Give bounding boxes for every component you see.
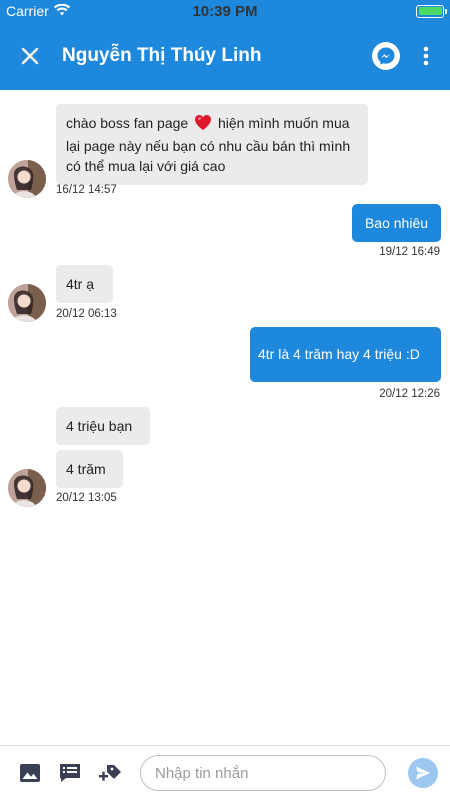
incoming-message: 4 trăm <box>56 450 123 488</box>
close-button[interactable] <box>18 44 42 68</box>
nav-bar: Nguyễn Thị Thúy Linh <box>0 22 450 90</box>
message-text: 4 triệu bạn <box>66 418 133 434</box>
message-text: chào boss fan page <box>66 115 189 131</box>
add-tag-button[interactable] <box>96 759 124 787</box>
incoming-message: chào boss fan page hiện mình muốn mua lạ… <box>56 104 368 185</box>
image-icon <box>20 764 40 782</box>
message-text: Bao nhiêu <box>364 215 429 231</box>
wifi-icon <box>53 3 70 19</box>
outgoing-message: Bao nhiêu <box>352 204 441 242</box>
add-tag-icon <box>99 765 121 781</box>
message-text: 4 trăm <box>66 461 106 477</box>
incoming-message: 4 triệu bạn <box>56 407 150 445</box>
message-timestamp: 20/12 06:13 <box>56 308 117 320</box>
message-timestamp: 20/12 12:26 <box>379 388 440 400</box>
send-icon <box>416 766 430 780</box>
more-options-button[interactable] <box>418 42 434 70</box>
battery-icon <box>416 4 447 18</box>
heart-emoji-icon <box>194 114 212 136</box>
avatar <box>8 469 46 507</box>
message-text: 4tr là 4 trăm hay 4 triệu :D <box>258 346 420 362</box>
message-timestamp: 19/12 16:49 <box>379 246 440 258</box>
message-list[interactable]: chào boss fan page hiện mình muốn mua lạ… <box>0 90 450 745</box>
quick-reply-button[interactable] <box>56 759 84 787</box>
message-timestamp: 20/12 13:05 <box>56 492 117 504</box>
outgoing-message: 4tr là 4 trăm hay 4 triệu :D <box>250 327 441 382</box>
avatar <box>8 284 46 322</box>
incoming-message: 4tr ạ <box>56 265 113 303</box>
close-icon <box>21 47 39 65</box>
messenger-icon <box>377 47 395 65</box>
send-button[interactable] <box>408 758 438 788</box>
message-input[interactable] <box>140 755 386 791</box>
avatar <box>8 160 46 198</box>
conversation-title: Nguyễn Thị Thúy Linh <box>62 45 262 66</box>
carrier-label: Carrier <box>6 3 49 19</box>
quick-reply-icon <box>60 764 80 782</box>
message-text: 4tr ạ <box>66 276 95 292</box>
image-button[interactable] <box>16 759 44 787</box>
message-composer <box>0 745 450 800</box>
message-timestamp: 16/12 14:57 <box>56 184 117 196</box>
status-bar: Carrier 10:39 PM <box>0 0 450 22</box>
messenger-button[interactable] <box>372 42 400 70</box>
more-vertical-icon <box>423 46 429 66</box>
app-header: Carrier 10:39 PM Nguyễn Thị Thúy Linh <box>0 0 450 90</box>
